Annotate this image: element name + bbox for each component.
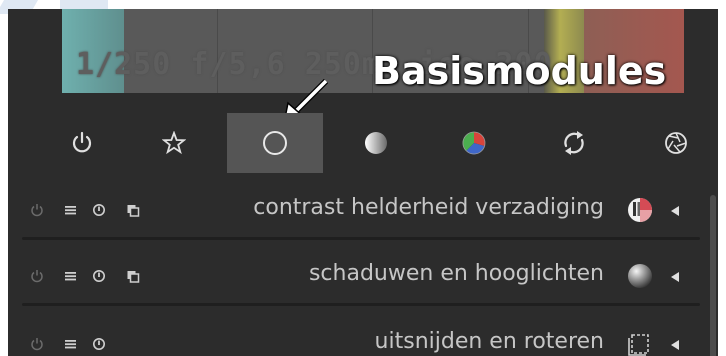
module-power-icon[interactable] [30,203,44,217]
module-list-scrollbar[interactable] [710,195,716,356]
sphere-icon [628,264,652,288]
power-icon [72,131,92,153]
module-divider [22,303,700,306]
gradient-circle-icon [365,132,387,154]
module-power-icon[interactable] [30,337,44,351]
crop-icon [628,334,649,356]
module-group-tabs [8,113,718,173]
presets-menu-icon[interactable] [64,203,78,217]
module-name: uitsnijden en roteren [374,329,604,354]
watermark-stroke [60,0,108,9]
module-name: schaduwen en hooglichten [308,261,604,286]
tab-favorite-modules[interactable] [126,113,222,173]
module-row-shadows-highlights[interactable]: schaduwen en hooglichten [8,251,708,301]
presets-menu-icon[interactable] [64,337,78,351]
refresh-icon [564,131,584,155]
expand-arrow-icon[interactable] [670,271,680,283]
reset-icon[interactable] [92,337,106,351]
module-row-contrast-brightness-saturation[interactable]: contrast helderheid verzadiging [8,185,708,235]
tab-color-modules[interactable] [426,113,522,173]
color-wheel-icon [462,131,486,155]
presets-menu-icon[interactable] [64,269,78,283]
circle-outline-icon [263,131,287,155]
expand-arrow-icon[interactable] [670,205,680,217]
expand-arrow-icon[interactable] [670,339,680,351]
module-name: contrast helderheid verzadiging [253,195,604,220]
contrast-ball-icon [628,198,652,222]
tab-effect-modules[interactable] [628,113,718,173]
reset-icon[interactable] [92,269,106,283]
aperture-icon [665,132,687,154]
module-power-icon[interactable] [30,269,44,283]
module-row-crop-rotate[interactable]: uitsnijden en roteren [8,319,708,356]
tab-basic-modules[interactable] [227,113,323,173]
callout-label: Basismodules [372,49,667,93]
tab-tone-modules[interactable] [328,113,424,173]
star-icon [162,131,186,155]
multi-instance-icon[interactable] [126,203,140,217]
reset-icon[interactable] [92,203,106,217]
darkroom-right-panel: 1/250 f/5,6 250mm iso 200 Basismodules c… [8,9,718,356]
tab-correction-modules[interactable] [526,113,622,173]
tab-active-modules[interactable] [34,113,130,173]
module-divider [22,237,700,240]
multi-instance-icon[interactable] [126,269,140,283]
